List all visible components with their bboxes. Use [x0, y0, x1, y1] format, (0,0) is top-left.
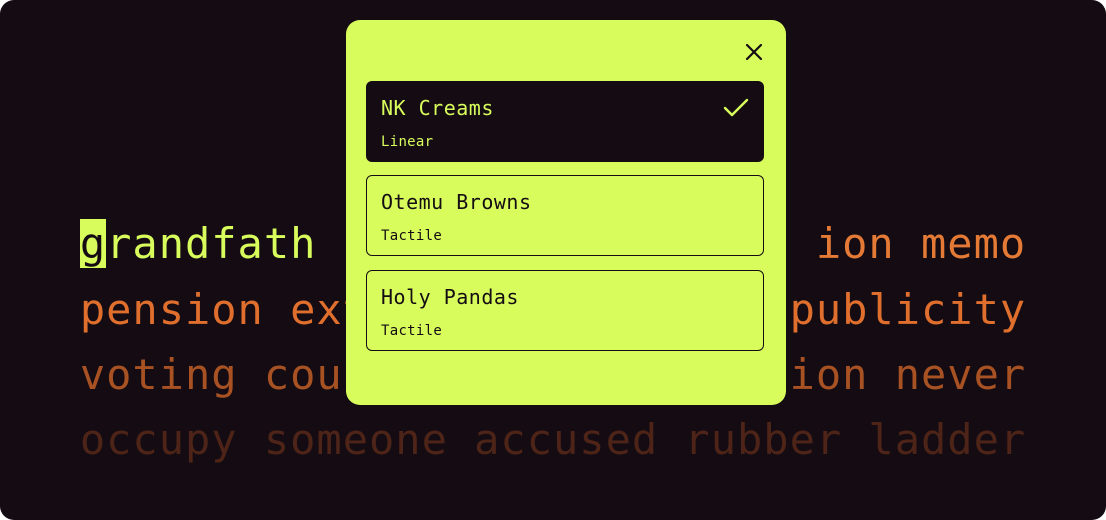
text-line-4: occupy someone accused rubber ladder [79, 415, 1027, 464]
caret-character: g [79, 219, 107, 268]
switch-name: Holy Pandas [381, 285, 519, 309]
check-icon [723, 98, 749, 117]
upcoming-text: voting cou [79, 350, 343, 399]
upcoming-text: pension ext [79, 285, 369, 334]
typed-text: randfath [106, 219, 317, 268]
switch-option-otemu-browns[interactable]: Otemu Browns Tactile [366, 175, 764, 256]
switch-select-modal: NK Creams Linear Otemu Browns Tactile Ho… [346, 20, 786, 405]
switch-type: Tactile [381, 228, 443, 244]
switch-name: NK Creams [381, 96, 494, 120]
close-button[interactable] [742, 40, 766, 64]
close-icon [745, 43, 763, 61]
switch-option-holy-pandas[interactable]: Holy Pandas Tactile [366, 270, 764, 351]
switch-option-nk-creams[interactable]: NK Creams Linear [366, 81, 764, 162]
switch-type: Linear [381, 134, 434, 150]
upcoming-text: ion memo [815, 219, 1027, 268]
upcoming-text: ion never [789, 350, 1027, 399]
typing-app: grandfath ion memo pension ext publicity… [0, 0, 1106, 520]
switch-name: Otemu Browns [381, 190, 532, 214]
switch-type: Tactile [381, 323, 443, 339]
upcoming-text: publicity [789, 285, 1027, 334]
